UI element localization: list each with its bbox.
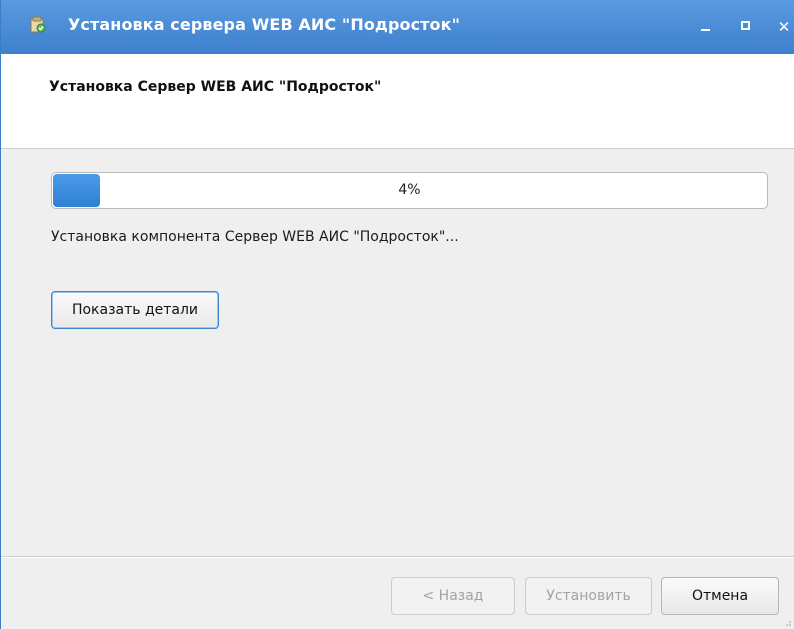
install-label: Установить — [546, 588, 631, 604]
window-title: Установка сервера WEB АИС "Подросток" — [68, 15, 461, 34]
show-details-label: Показать детали — [71, 302, 199, 318]
status-text: Установка компонента Сервер WEB АИС "Под… — [51, 229, 459, 245]
cancel-button[interactable]: Отмена — [661, 577, 779, 615]
show-details-button[interactable]: Показать детали — [51, 291, 219, 329]
resize-grip-icon[interactable] — [782, 617, 792, 627]
close-icon[interactable]: ✕ — [773, 17, 794, 37]
back-label: < Назад — [422, 588, 484, 604]
installer-icon — [30, 16, 46, 33]
maximize-icon[interactable] — [736, 17, 758, 37]
wizard-header: Установка Сервер WEB АИС "Подросток" — [1, 54, 794, 149]
progress-label: 4% — [398, 182, 421, 198]
back-button[interactable]: < Назад — [391, 577, 515, 615]
cancel-label: Отмена — [691, 588, 749, 604]
minimize-icon[interactable] — [695, 17, 717, 37]
installer-window: Установка сервера WEB АИС "Подросток" ✕ … — [0, 0, 794, 629]
page-title: Установка Сервер WEB АИС "Подросток" — [49, 79, 382, 95]
title-bar[interactable]: Установка сервера WEB АИС "Подросток" ✕ — [1, 0, 794, 54]
install-button[interactable]: Установить — [525, 577, 652, 615]
install-progress-bar: 4% — [51, 172, 768, 209]
footer-divider-highlight — [1, 557, 794, 558]
